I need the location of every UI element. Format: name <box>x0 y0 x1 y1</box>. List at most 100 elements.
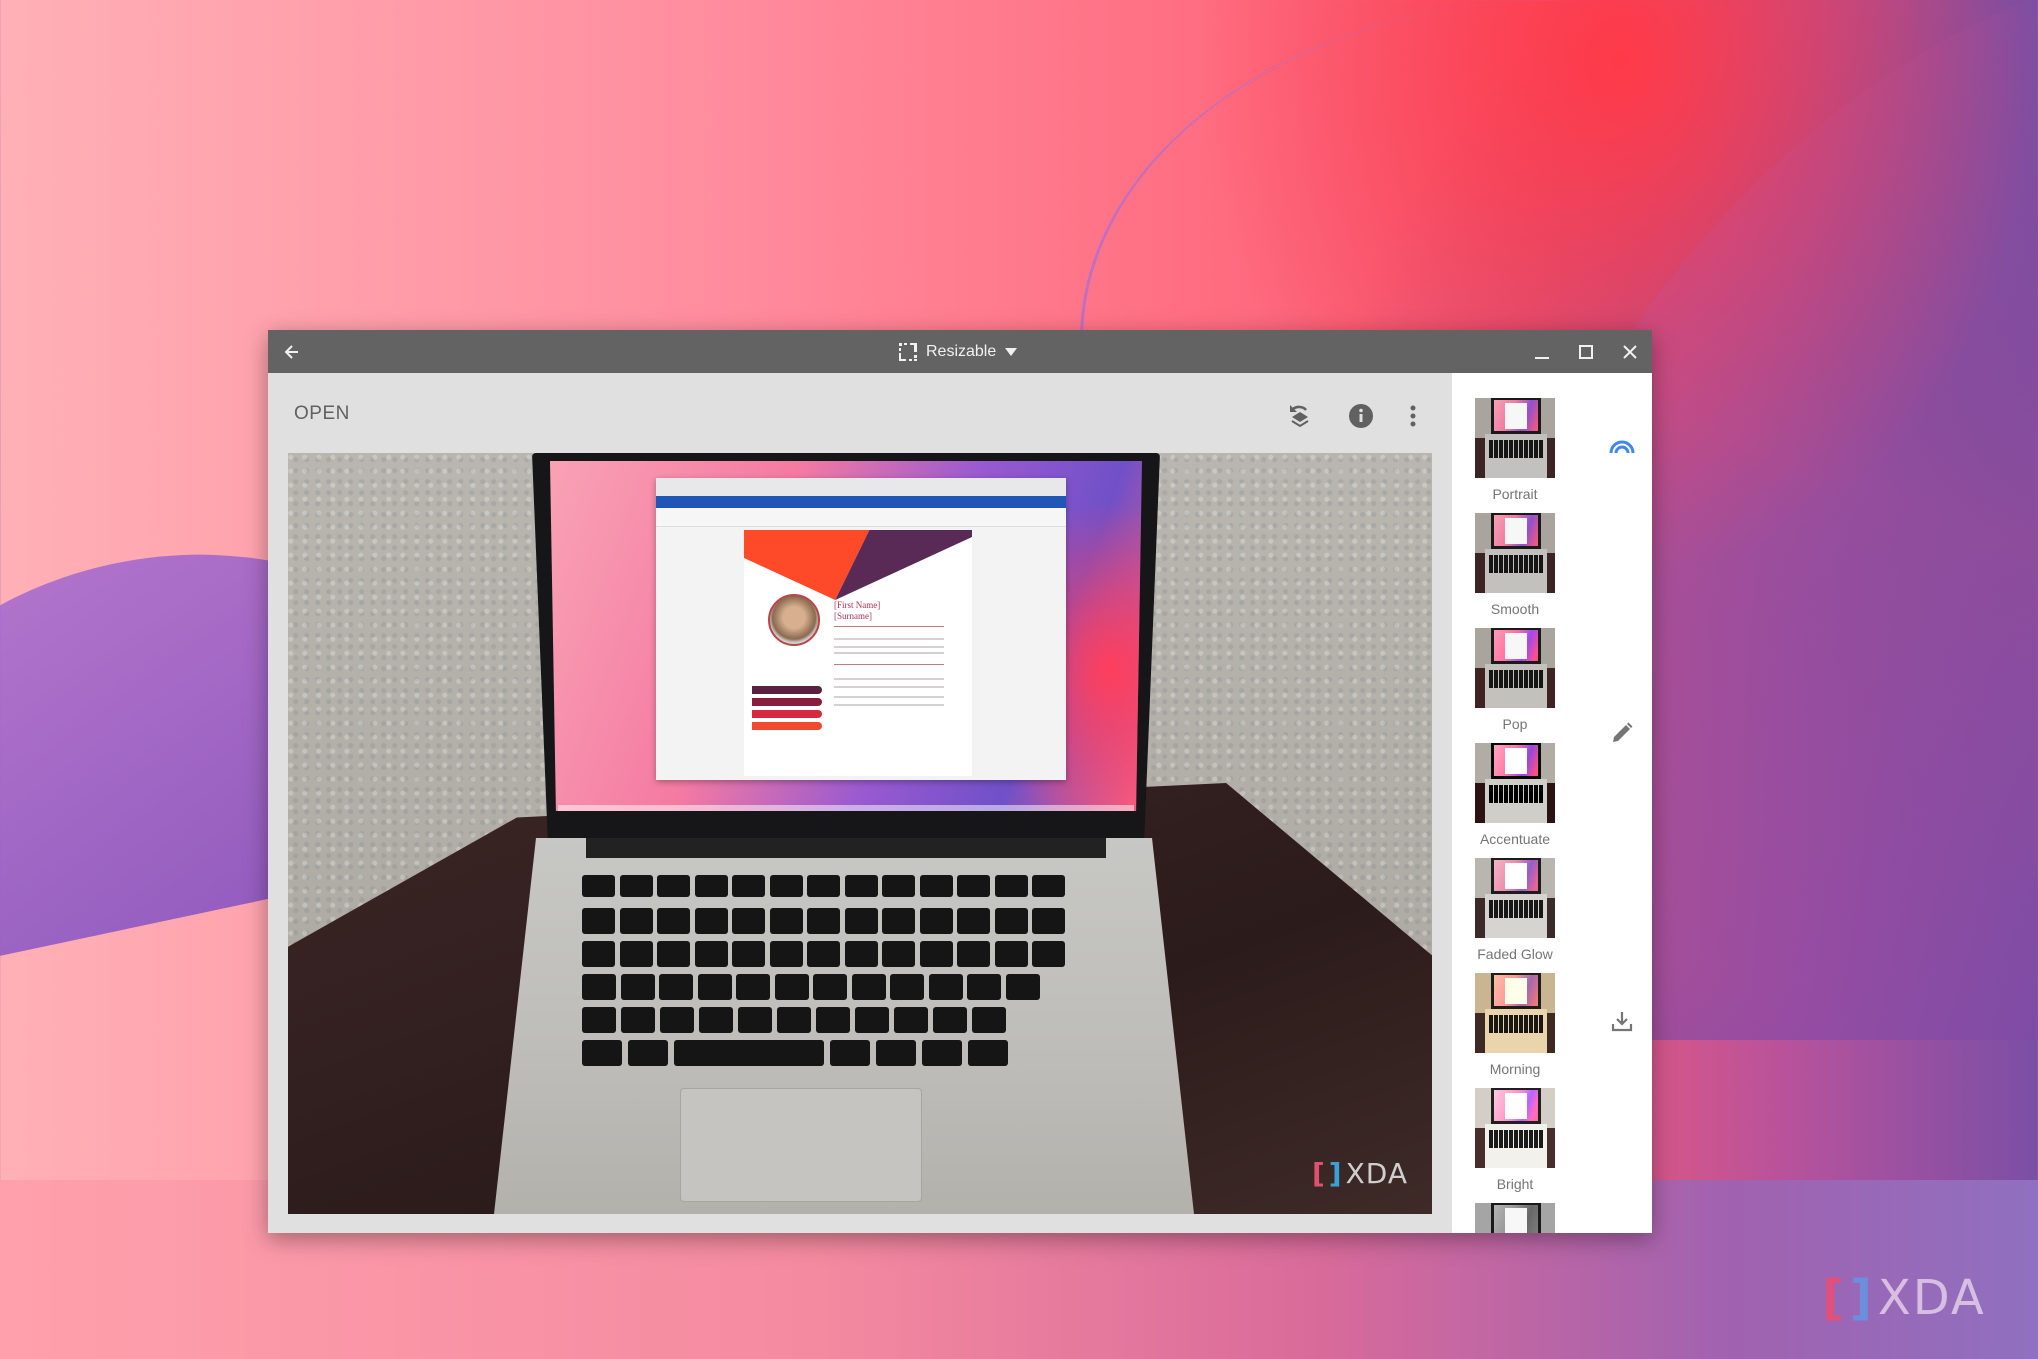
keyboard-key <box>777 1007 811 1033</box>
resume-rule <box>834 626 944 627</box>
keyboard-key <box>769 908 803 934</box>
info-icon <box>1349 404 1373 428</box>
keyboard-key <box>957 908 990 934</box>
keyboard-key <box>628 1040 668 1066</box>
keyboard-key <box>894 1007 928 1033</box>
resume-first-name: [First Name] <box>834 600 881 610</box>
thumb-doc <box>1505 518 1527 544</box>
filter-panel: Portrait Smooth Pop Accentuate Faded Glow Mor… <box>1452 373 1594 1233</box>
download-icon <box>1611 1012 1633 1032</box>
keyboard-key <box>922 1040 962 1066</box>
filter-thumbnail <box>1475 858 1555 938</box>
resume-rule <box>834 664 944 665</box>
keyboard-key <box>619 908 653 934</box>
resize-mode-dropdown[interactable]: Resizable <box>898 330 1018 373</box>
info-button[interactable] <box>1346 401 1376 431</box>
filter-thumbnail <box>1475 1203 1555 1233</box>
filter-label: Accentuate <box>1479 831 1551 847</box>
wallpaper-line <box>1080 0 1563 340</box>
keyboard-key <box>732 875 765 897</box>
filter-option[interactable]: Faded Glow <box>1475 858 1555 962</box>
laptop-trackpad <box>680 1088 922 1202</box>
filter-label: Morning <box>1489 1061 1541 1077</box>
word-toolbar <box>656 508 1066 527</box>
xda-logo-text: XDA <box>1877 1270 1986 1326</box>
filter-option[interactable]: Smooth <box>1475 513 1555 617</box>
keyboard-key <box>736 974 770 1000</box>
keyboard-key <box>582 908 615 934</box>
thumb-doc <box>1505 1093 1527 1119</box>
xda-corner-logo: [] XDA <box>1822 1270 1986 1326</box>
xda-watermark: [] XDA <box>1312 1157 1408 1190</box>
keyboard-key <box>919 908 953 934</box>
filter-option[interactable]: Morning <box>1475 973 1555 1077</box>
resume-contact-bar <box>752 722 822 730</box>
viewer-toolbar: OPEN <box>268 373 1452 453</box>
resume-name: [First Name] [Surname] <box>834 600 880 622</box>
keyboard-key <box>994 941 1028 967</box>
more-options-button[interactable] <box>1398 401 1428 431</box>
keyboard-key <box>816 1007 850 1033</box>
filter-option[interactable]: Accentuate <box>1475 743 1555 847</box>
keyboard-key <box>919 875 953 897</box>
keyboard-key <box>972 1007 1006 1033</box>
revert-button[interactable] <box>1285 401 1315 431</box>
keyboard-key <box>830 1040 870 1066</box>
resume-text-line <box>834 646 944 648</box>
more-vert-icon <box>1410 405 1416 427</box>
resize-mode-label: Resizable <box>926 342 997 360</box>
filters-button[interactable] <box>1607 431 1637 461</box>
keyboard-key <box>919 941 953 967</box>
keyboard-key <box>694 908 728 934</box>
filter-thumbnail <box>1475 1088 1555 1168</box>
edit-button[interactable] <box>1607 718 1637 748</box>
filter-thumbnail <box>1475 398 1555 478</box>
filter-option[interactable]: Bright <box>1475 1088 1555 1192</box>
filter-option[interactable] <box>1475 1203 1555 1233</box>
keyboard-key <box>882 941 915 967</box>
keyboard-key <box>732 941 765 967</box>
xda-watermark-text: XDA <box>1345 1157 1408 1190</box>
keyboard-key <box>844 941 878 967</box>
keyboard-key <box>582 941 615 967</box>
xda-bracket-left: [ <box>1822 1270 1846 1326</box>
keyboard-key <box>957 941 990 967</box>
xda-bracket-left: [ <box>1312 1157 1326 1190</box>
filter-thumbnail <box>1475 973 1555 1053</box>
thumb-keys <box>1489 1130 1543 1148</box>
keyboard-key <box>968 1040 1008 1066</box>
thumb-doc <box>1505 863 1527 889</box>
resume-surname: [Surname] <box>834 611 872 621</box>
arrow-back-icon <box>284 345 298 359</box>
thumb-keys <box>1489 440 1543 458</box>
back-button[interactable] <box>276 336 308 368</box>
resume-text-line <box>834 686 944 688</box>
close-button[interactable] <box>1614 336 1646 368</box>
browser-chrome <box>656 478 1066 496</box>
resume-text-line <box>834 704 944 706</box>
keyboard-key <box>657 908 690 934</box>
keyboard-key <box>694 875 728 897</box>
filter-option[interactable]: Portrait <box>1475 398 1555 502</box>
minimize-button[interactable] <box>1526 336 1558 368</box>
keyboard-key <box>674 1040 824 1066</box>
maximize-button[interactable] <box>1570 336 1602 368</box>
keyboard-key <box>807 908 840 934</box>
resume-contact-bar <box>752 686 822 694</box>
xda-bracket-right: ] <box>1849 1270 1874 1326</box>
open-button[interactable]: OPEN <box>294 403 350 425</box>
filter-option[interactable]: Pop <box>1475 628 1555 732</box>
keyboard-key <box>807 875 840 897</box>
keyboard-key <box>582 1007 616 1033</box>
keyboard-key <box>1032 875 1065 897</box>
keyboard-key <box>882 875 915 897</box>
keyboard-key <box>738 1007 772 1033</box>
keyboard-key <box>769 941 803 967</box>
keyboard-key <box>660 1007 694 1033</box>
download-button[interactable] <box>1607 1006 1637 1036</box>
resume-text-line <box>834 638 944 640</box>
thumb-doc <box>1505 403 1527 429</box>
resizable-frame-icon <box>899 342 917 361</box>
keyboard-key <box>994 875 1028 897</box>
word-ribbon <box>656 496 1066 508</box>
